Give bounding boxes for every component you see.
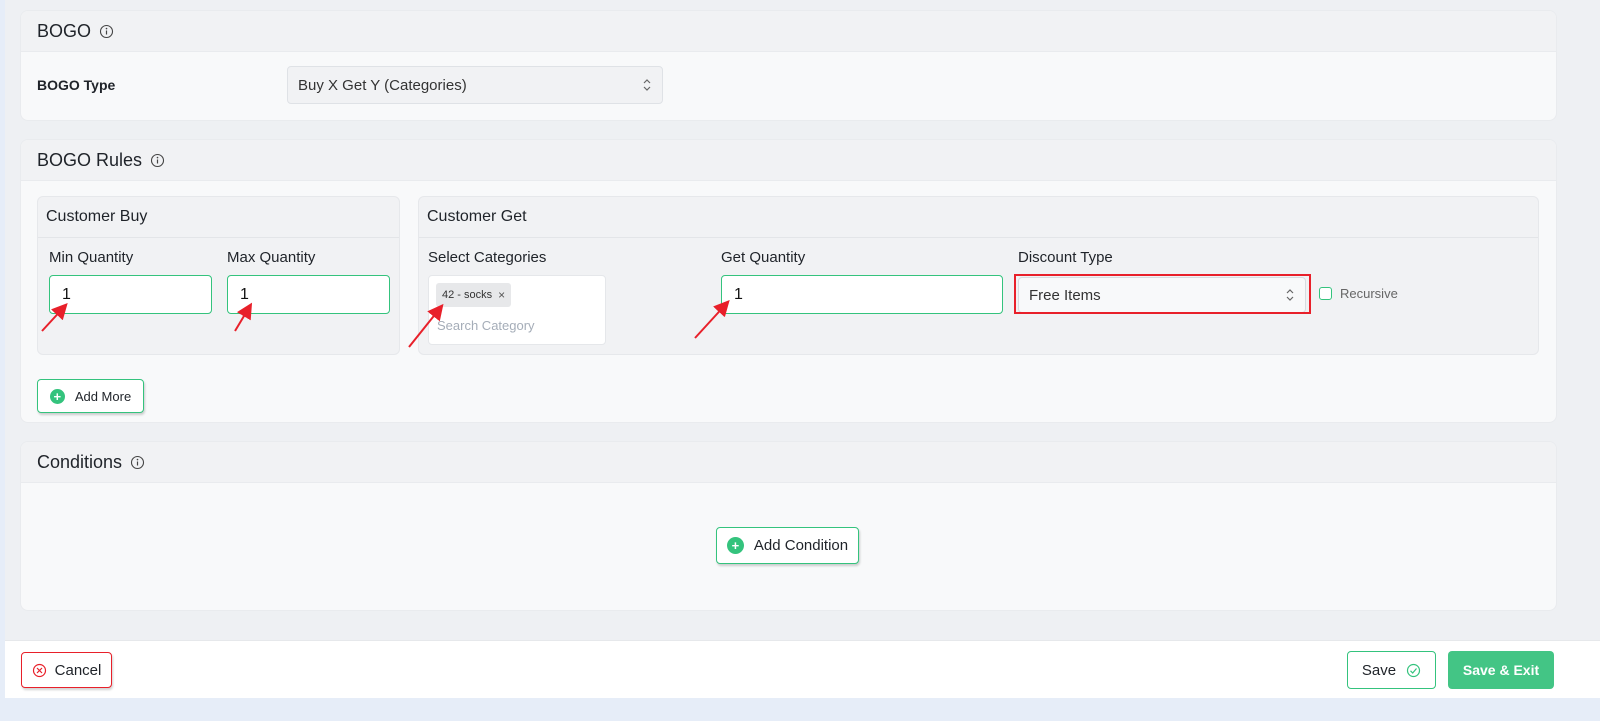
annotation-arrows	[41, 300, 730, 348]
annotation-arrow	[408, 303, 444, 348]
annotation-arrow	[41, 303, 68, 332]
annotation-arrow	[234, 302, 253, 332]
annotation-arrow	[694, 300, 730, 339]
